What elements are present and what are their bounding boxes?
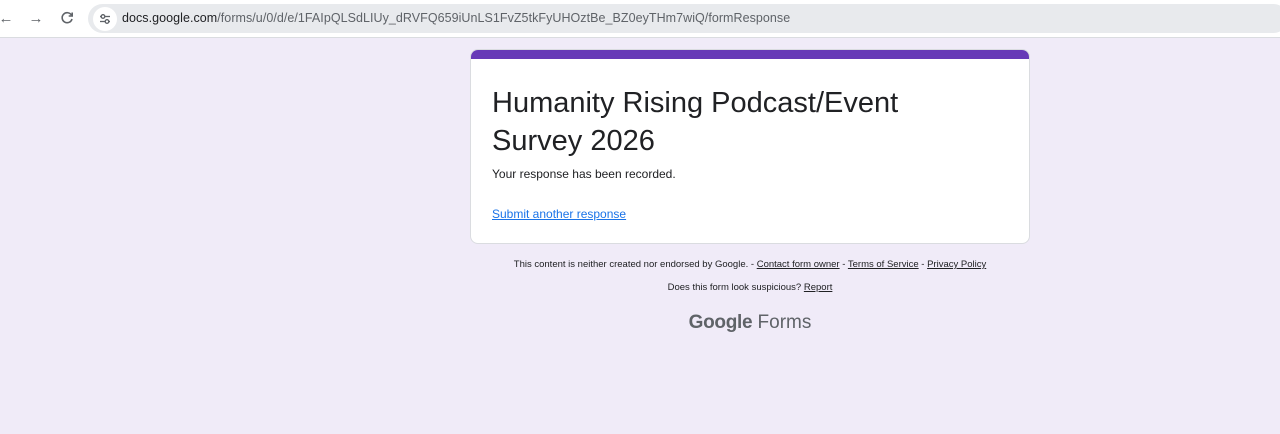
reload-icon[interactable]	[57, 8, 77, 28]
forward-arrow-icon[interactable]: →	[26, 8, 46, 28]
url-path: /forms/u/0/d/e/1FAIpQLSdLIUy_dRVFQ659iUn…	[217, 11, 791, 25]
suspicious-notice: Does this form look suspicious? Report	[470, 282, 1030, 293]
reload-glyph	[61, 11, 73, 24]
confirmation-message: Your response has been recorded.	[492, 167, 676, 181]
back-arrow-icon[interactable]: ←	[0, 8, 16, 28]
submit-another-link[interactable]: Submit another response	[492, 207, 626, 221]
form-title: Humanity Rising Podcast/Event Survey 202…	[492, 87, 899, 157]
footer-separator: -	[921, 259, 925, 270]
url-host: docs.google.com	[122, 11, 218, 25]
google-wordmark: Google	[688, 312, 753, 333]
tune-icon	[100, 14, 110, 24]
suspicious-text: Does this form look suspicious?	[667, 282, 802, 293]
url-text[interactable]: docs.google.com/forms/u/0/d/e/1FAIpQLSdL…	[122, 11, 790, 25]
response-card: Humanity Rising Podcast/Event Survey 202…	[470, 49, 1030, 244]
contact-owner-link[interactable]: Contact form owner	[757, 259, 840, 270]
address-bar[interactable]: docs.google.com/forms/u/0/d/e/1FAIpQLSdL…	[88, 4, 1280, 33]
footer-separator: -	[842, 259, 846, 270]
forms-wordmark: Forms	[757, 312, 812, 333]
site-info-icon[interactable]	[93, 7, 117, 31]
disclaimer-text: This content is neither created nor endo…	[513, 259, 755, 270]
privacy-link[interactable]: Privacy Policy	[927, 259, 986, 270]
footer-disclaimer: This content is neither created nor endo…	[470, 259, 1030, 270]
report-link[interactable]: Report	[804, 282, 833, 293]
card-accent-bar	[471, 50, 1029, 59]
browser-toolbar: ← → docs.google.com/forms/u/0/d/e/1FAIpQ…	[0, 0, 1280, 38]
google-forms-logo[interactable]: Google Forms	[470, 312, 1030, 334]
terms-link[interactable]: Terms of Service	[848, 259, 919, 270]
